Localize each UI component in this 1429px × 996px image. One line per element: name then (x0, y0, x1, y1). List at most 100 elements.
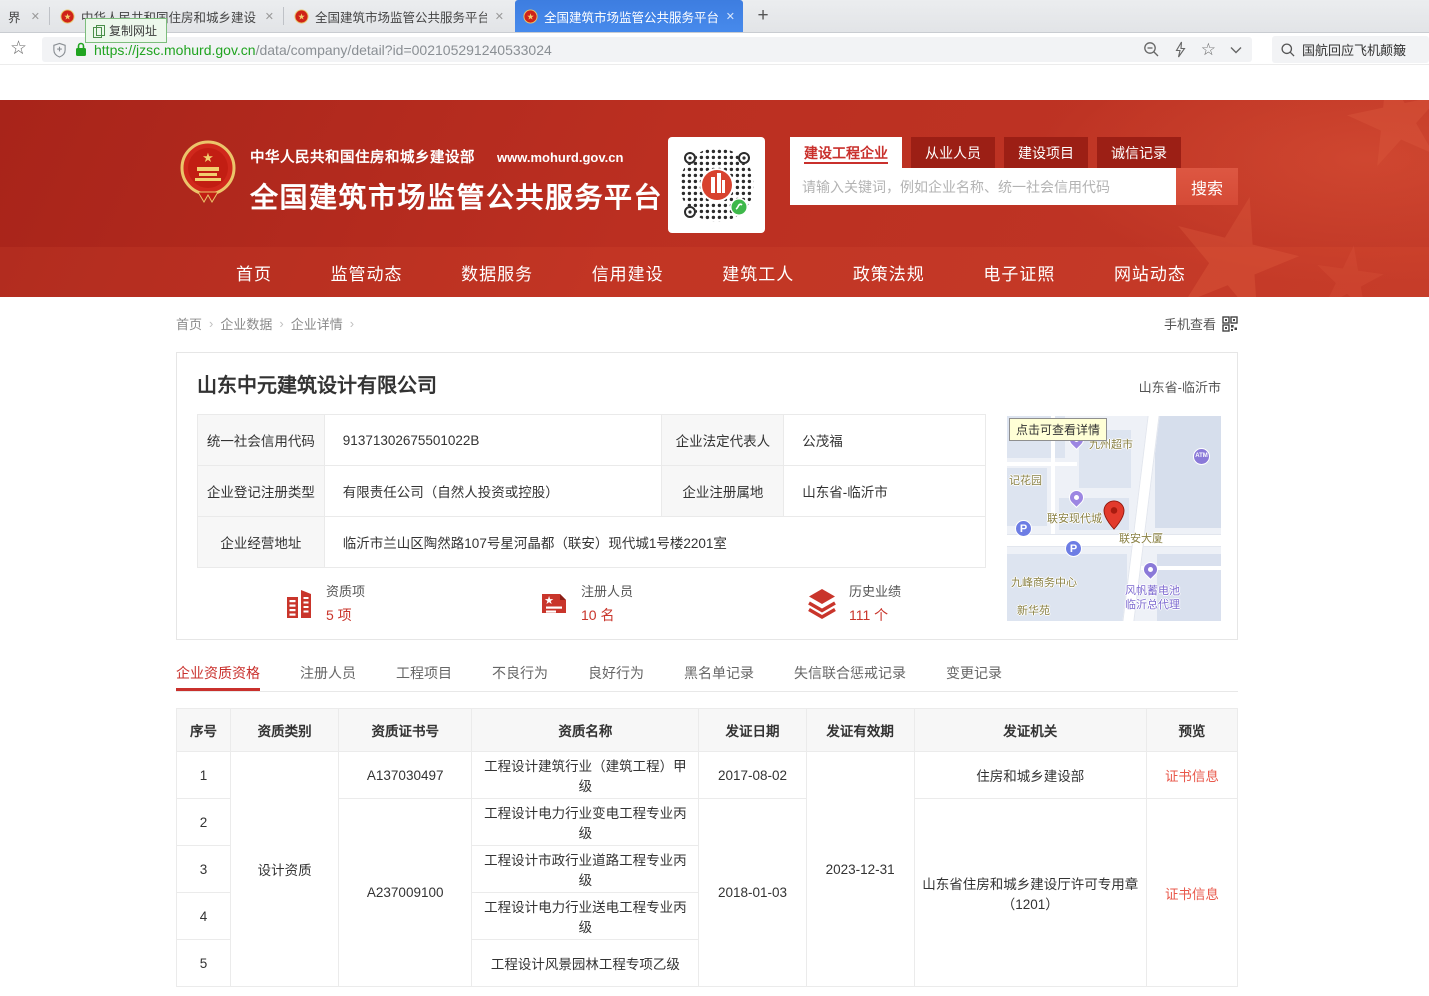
id-card-icon: ★ (537, 586, 571, 620)
close-icon[interactable]: ✕ (726, 10, 735, 23)
col-header-no: 序号 (177, 709, 231, 752)
field-label: 企业经营地址 (198, 517, 325, 568)
map-pin-icon (1103, 500, 1125, 530)
col-header-name: 资质名称 (472, 709, 699, 752)
nav-item-data-service[interactable]: 数据服务 (461, 260, 533, 285)
site-header: ★ 中华人民共和国住房和城乡建设部www.mohurd.gov.cn 全国建筑市… (0, 100, 1429, 297)
svg-text:★: ★ (298, 11, 306, 21)
col-header-validity: 发证有效期 (806, 709, 914, 752)
tab-good-behavior[interactable]: 良好行为 (588, 663, 644, 691)
svg-text:★: ★ (202, 150, 214, 165)
browser-tab-active[interactable]: ★ 全国建筑市场监管公共服务平台 ✕ (515, 0, 743, 32)
company-stats: 资质项 5 项 ★ 注册人员 10 名 (197, 581, 986, 625)
emblem-favicon: ★ (60, 9, 75, 24)
search-icon (1281, 43, 1295, 57)
close-icon[interactable]: ✕ (495, 10, 504, 23)
cell-no: 5 (177, 940, 231, 987)
map-tooltip[interactable]: 点击可查看详情 (1009, 418, 1107, 441)
mobile-view-link[interactable]: 手机查看 (1164, 314, 1238, 333)
tab-dishonesty-records[interactable]: 失信联合惩戒记录 (794, 663, 906, 691)
copy-url-label: 复制网址 (109, 22, 157, 39)
search-tab-enterprise[interactable]: 建设工程企业 (790, 137, 902, 168)
stat-label: 历史业绩 (849, 581, 901, 600)
tab-bad-behavior[interactable]: 不良行为 (492, 663, 548, 691)
browser-tab-jzsc[interactable]: ★ 全国建筑市场监管公共服务平台 ✕ (286, 0, 512, 32)
breadcrumb: 首页 › 企业数据 › 企业详情 › 手机查看 (176, 314, 1238, 333)
favorite-star-icon[interactable]: ☆ (1201, 40, 1216, 60)
address-input[interactable]: https://jzsc.mohurd.gov.cn/data/company/… (42, 37, 1252, 62)
nav-item-home[interactable]: 首页 (236, 260, 272, 285)
company-region: 山东省-临沂市 (1139, 377, 1221, 396)
stat-history-performance[interactable]: 历史业绩 111 个 (805, 581, 901, 625)
tab-title: 界 (8, 7, 23, 26)
breadcrumb-company-detail[interactable]: 企业详情 (291, 314, 343, 333)
nav-item-supervision[interactable]: 监管动态 (331, 260, 403, 285)
certificate-info-link[interactable]: 证书信息 (1165, 887, 1219, 902)
col-header-cert-no: 资质证书号 (339, 709, 472, 752)
bookmark-star-icon[interactable] (10, 37, 27, 60)
tab-projects[interactable]: 工程项目 (396, 663, 452, 691)
field-label: 统一社会信用代码 (198, 415, 325, 466)
shield-icon[interactable] (52, 42, 67, 58)
breadcrumb-separator: › (209, 316, 213, 331)
cell-issue-date: 2018-01-03 (699, 799, 806, 987)
nav-item-credit[interactable]: 信用建设 (592, 260, 664, 285)
site-logo[interactable]: ★ 中华人民共和国住房和城乡建设部www.mohurd.gov.cn 全国建筑市… (180, 140, 663, 216)
svg-text:★: ★ (544, 595, 554, 607)
browser-window: 界 ✕ ★ 中华人民共和国住房和城乡建设 ✕ ★ 全国建筑市场监管公共服务平台 … (0, 0, 1429, 996)
tab-title: 全国建筑市场监管公共服务平台 (315, 7, 487, 26)
copy-icon (93, 25, 104, 37)
copy-url-tooltip[interactable]: 复制网址 (85, 18, 167, 43)
search-button[interactable]: 搜索 (1176, 168, 1238, 205)
tab-change-records[interactable]: 变更记录 (946, 663, 1002, 691)
nav-item-site-news[interactable]: 网站动态 (1114, 260, 1186, 285)
parking-icon: P (1065, 540, 1082, 557)
field-label: 企业登记注册类型 (198, 466, 325, 517)
nav-item-e-license[interactable]: 电子证照 (983, 260, 1055, 285)
search-tab-project[interactable]: 建设项目 (1004, 137, 1088, 168)
browser-search-box[interactable]: 国航回应飞机颠簸 (1272, 36, 1429, 63)
nav-item-policy[interactable]: 政策法规 (853, 260, 925, 285)
close-icon[interactable]: ✕ (265, 10, 274, 23)
cell-validity: 2023-12-31 (806, 752, 914, 987)
stat-qualifications[interactable]: 资质项 5 项 (282, 581, 365, 625)
tab-registered-personnel[interactable]: 注册人员 (300, 663, 356, 691)
cell-name: 工程设计风景园林工程专项乙级 (472, 940, 699, 987)
certificate-info-link[interactable]: 证书信息 (1165, 769, 1219, 784)
nav-item-workers[interactable]: 建筑工人 (722, 260, 794, 285)
close-icon[interactable]: ✕ (31, 10, 40, 23)
breadcrumb-separator: › (350, 316, 354, 331)
cell-cert-no: A137030497 (339, 752, 472, 799)
col-header-issue-date: 发证日期 (699, 709, 806, 752)
breadcrumb-company-data[interactable]: 企业数据 (220, 314, 272, 333)
search-tab-credit[interactable]: 诚信记录 (1097, 137, 1181, 168)
flash-icon[interactable] (1174, 41, 1187, 58)
tab-title: 全国建筑市场监管公共服务平台 (544, 7, 718, 26)
lock-icon (75, 42, 87, 57)
tab-separator (283, 7, 284, 25)
breadcrumb-home[interactable]: 首页 (176, 314, 202, 333)
stat-value: 111 个 (849, 605, 901, 625)
zoom-out-icon[interactable] (1143, 41, 1160, 58)
stat-registered-personnel[interactable]: ★ 注册人员 10 名 (537, 581, 633, 625)
map-road (1007, 534, 1221, 547)
keyword-search-input[interactable] (790, 168, 1176, 205)
cell-cert-no: A237009100 (339, 799, 472, 987)
cell-name: 工程设计市政行业道路工程专业丙级 (472, 846, 699, 893)
emblem-favicon: ★ (523, 9, 538, 24)
new-tab-button[interactable] (750, 3, 776, 29)
browser-tab-partial[interactable]: 界 ✕ (0, 0, 48, 32)
chevron-down-icon[interactable] (1230, 46, 1242, 54)
url-path-part: /data/company/detail?id=0021052912405330… (256, 42, 552, 58)
company-location-map[interactable]: 点击可查看详情 九州超市 ATM 记花园 联安现代城 联安大厦 P P 九峰商务… (1007, 416, 1221, 621)
col-header-preview: 预览 (1146, 709, 1237, 752)
emblem-favicon: ★ (294, 9, 309, 24)
cell-no: 3 (177, 846, 231, 893)
tab-qualifications[interactable]: 企业资质资格 (176, 663, 260, 691)
map-block (1155, 416, 1221, 528)
tab-separator (49, 7, 50, 25)
cell-no: 2 (177, 799, 231, 846)
search-tab-personnel[interactable]: 从业人员 (911, 137, 995, 168)
tab-blacklist[interactable]: 黑名单记录 (684, 663, 754, 691)
cell-authority: 山东省住房和城乡建设厅许可专用章（1201） (914, 799, 1146, 987)
